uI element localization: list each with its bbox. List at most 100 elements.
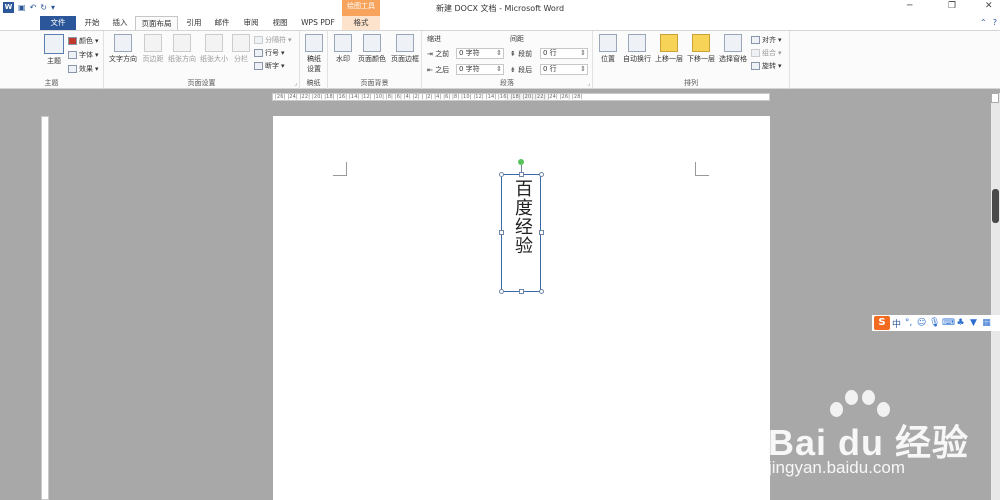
- breaks-button[interactable]: 分隔符 ▾: [254, 34, 292, 45]
- selection-pane-icon: [724, 34, 742, 52]
- manuscript-group: 稿纸 设置 稿纸: [300, 31, 328, 89]
- tab-mailings[interactable]: 邮件: [209, 16, 235, 30]
- sogou-logo-icon[interactable]: S: [874, 316, 890, 330]
- bring-forward-button[interactable]: 上移一层: [653, 34, 685, 64]
- columns-button[interactable]: 分栏: [230, 34, 252, 64]
- tab-format[interactable]: 格式: [342, 16, 380, 30]
- hyphenation-icon: [254, 61, 263, 70]
- page-setup-group: 文字方向 页边距 纸张方向 纸张大小 分栏 分隔符 ▾ 行号 ▾ 断字 ▾ 页面…: [104, 31, 300, 89]
- spacing-label: 间距: [510, 35, 524, 43]
- tab-home[interactable]: 开始: [79, 16, 105, 30]
- rotate-icon: [751, 61, 760, 70]
- tab-references[interactable]: 引用: [181, 16, 207, 30]
- effects-icon: [68, 64, 77, 73]
- close-icon[interactable]: ✕: [985, 1, 993, 11]
- group-button[interactable]: 组合 ▾: [751, 47, 782, 58]
- theme-effects-button[interactable]: 效果 ▾: [68, 63, 99, 74]
- wrap-text-icon: [628, 34, 646, 52]
- wrap-text-button[interactable]: 自动换行: [621, 34, 653, 64]
- skin-icon[interactable]: ♣: [955, 318, 966, 328]
- indent-after-field[interactable]: 0 字符: [456, 64, 504, 75]
- page-color-button[interactable]: 页面颜色: [356, 34, 388, 64]
- keyboard-icon[interactable]: ⌨: [942, 318, 955, 328]
- indent-before-field[interactable]: 0 字符: [456, 48, 504, 59]
- manuscript-group-label: 稿纸: [306, 79, 321, 87]
- resize-handle-right[interactable]: [539, 230, 544, 235]
- page-setup-launcher-icon[interactable]: ⌟: [294, 80, 297, 87]
- microphone-icon[interactable]: 🎙: [929, 318, 940, 328]
- crop-mark-top-right: [695, 162, 709, 176]
- spacing-before-icon: ⇞: [510, 50, 516, 58]
- position-icon: [599, 34, 617, 52]
- tab-insert[interactable]: 插入: [107, 16, 133, 30]
- resize-handle-bottom[interactable]: [519, 289, 524, 294]
- page-borders-button[interactable]: 页面边框: [389, 34, 421, 64]
- tab-page-layout[interactable]: 页面布局: [135, 16, 178, 31]
- horizontal-ruler[interactable]: |26| |24| |22| |20| |18| |16| |14| |12| …: [272, 93, 770, 101]
- tab-wps-pdf[interactable]: WPS PDF: [296, 16, 340, 30]
- manuscript-icon: [305, 34, 323, 52]
- arrange-group: 位置 自动换行 上移一层 下移一层 选择窗格 对齐 ▾ 组合 ▾ 旋转 ▾ 排列: [593, 31, 790, 89]
- theme-button[interactable]: 主题: [42, 34, 66, 66]
- send-backward-button[interactable]: 下移一层: [685, 34, 717, 64]
- vertical-text-box[interactable]: 百度经验: [501, 174, 541, 292]
- arrange-group-label: 排列: [684, 79, 698, 87]
- window-title: 新建 DOCX 文档 - Microsoft Word: [435, 4, 565, 13]
- watermark-icon: [334, 34, 352, 52]
- minimize-icon[interactable]: ─: [907, 1, 912, 11]
- rotation-handle[interactable]: [518, 159, 524, 165]
- maximize-icon[interactable]: ❐: [948, 1, 956, 11]
- theme-fonts-button[interactable]: 字体 ▾: [68, 49, 99, 60]
- scrollbar-thumb[interactable]: [992, 189, 999, 223]
- manuscript-settings-button[interactable]: 稿纸 设置: [302, 34, 326, 74]
- line-numbers-icon: [254, 48, 263, 57]
- selection-pane-button[interactable]: 选择窗格: [717, 34, 749, 64]
- align-button[interactable]: 对齐 ▾: [751, 34, 782, 45]
- margins-button[interactable]: 页边距: [140, 34, 166, 64]
- minimize-ribbon-icon[interactable]: ⌃: [980, 18, 987, 27]
- emoji-icon[interactable]: ☺: [916, 318, 927, 328]
- fonts-icon: [68, 50, 77, 59]
- paper-size-button[interactable]: 纸张大小: [198, 34, 230, 64]
- orientation-button[interactable]: 纸张方向: [166, 34, 198, 64]
- ime-language-toggle[interactable]: 中: [892, 317, 901, 330]
- resize-handle-top[interactable]: [519, 172, 524, 177]
- tab-view[interactable]: 视图: [267, 16, 293, 30]
- view-ruler-toggle-icon[interactable]: [991, 93, 999, 103]
- paragraph-launcher-icon[interactable]: ⌟: [587, 80, 590, 87]
- bring-forward-icon: [660, 34, 678, 52]
- theme-colors-button[interactable]: 颜色 ▾: [68, 35, 99, 46]
- theme-group-label: 主题: [44, 79, 59, 87]
- text-direction-button[interactable]: 文字方向: [106, 34, 140, 64]
- vertical-ruler[interactable]: [41, 116, 49, 500]
- resize-handle-bottom-left[interactable]: [499, 289, 504, 294]
- align-icon: [751, 35, 760, 44]
- page-borders-icon: [396, 34, 414, 52]
- spacing-before-field[interactable]: 0 行: [540, 48, 588, 59]
- resize-handle-left[interactable]: [499, 230, 504, 235]
- ime-toolbar: S 中 °, ☺ 🎙 ⌨ ♣ ▼ ▦: [872, 315, 1000, 331]
- text-box-content[interactable]: 百度经验: [502, 175, 542, 293]
- line-numbers-button[interactable]: 行号 ▾: [254, 47, 285, 58]
- shirt-icon[interactable]: ▼: [968, 318, 979, 328]
- rotate-button[interactable]: 旋转 ▾: [751, 60, 782, 71]
- toolbox-icon[interactable]: ▦: [981, 318, 992, 328]
- spacing-after-field[interactable]: 0 行: [540, 64, 588, 75]
- punctuation-icon[interactable]: °,: [903, 318, 914, 328]
- text-direction-icon: [114, 34, 132, 52]
- paper-size-icon: [205, 34, 223, 52]
- spacing-after-label: ⇟ 段后: [510, 66, 533, 74]
- spacing-before-label: ⇞ 段前: [510, 50, 533, 58]
- resize-handle-bottom-right[interactable]: [539, 289, 544, 294]
- theme-icon: [44, 34, 64, 54]
- colors-icon: [68, 36, 77, 45]
- tab-file[interactable]: 文件: [40, 16, 76, 30]
- resize-handle-top-left[interactable]: [499, 172, 504, 177]
- watermark-button[interactable]: 水印: [331, 34, 355, 64]
- help-icon[interactable]: ?: [993, 18, 997, 27]
- hyphenation-button[interactable]: 断字 ▾: [254, 60, 285, 71]
- tab-review[interactable]: 审阅: [238, 16, 264, 30]
- breaks-icon: [254, 35, 263, 44]
- position-button[interactable]: 位置: [596, 34, 620, 64]
- resize-handle-top-right[interactable]: [539, 172, 544, 177]
